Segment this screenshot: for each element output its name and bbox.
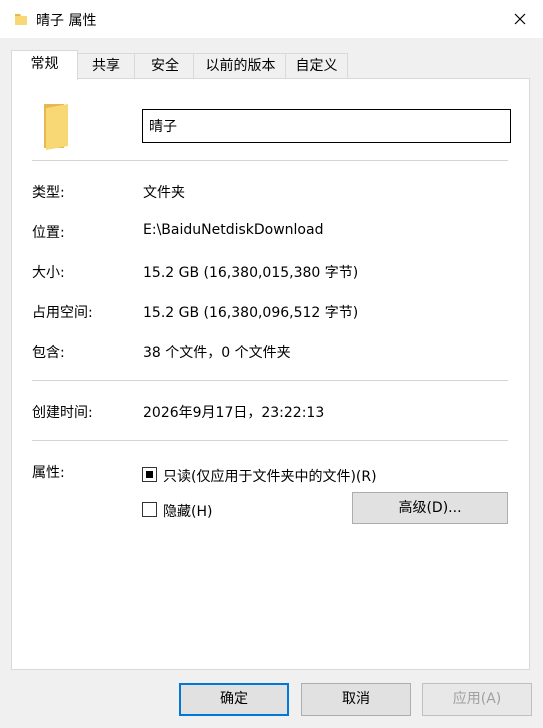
large-folder-icon xyxy=(44,104,68,150)
folder-name-input[interactable] xyxy=(142,109,511,143)
tab-general[interactable]: 常规 xyxy=(11,50,78,80)
tab-sharing[interactable]: 共享 xyxy=(75,53,137,78)
title-bar: 晴子 属性 xyxy=(0,0,543,38)
created-value: 2026年9月17日，23:22:13 xyxy=(143,405,325,421)
tab-customize[interactable]: 自定义 xyxy=(285,53,348,78)
location-label: 位置: xyxy=(32,225,65,241)
location-value: E:\BaiduNetdiskDownload xyxy=(143,222,324,238)
cancel-button[interactable]: 取消 xyxy=(301,683,411,716)
tab-security[interactable]: 安全 xyxy=(134,53,196,78)
type-value: 文件夹 xyxy=(143,185,185,201)
separator xyxy=(32,380,508,381)
tab-previous-versions[interactable]: 以前的版本 xyxy=(193,53,288,78)
disk-size-label: 占用空间: xyxy=(32,305,93,321)
general-panel xyxy=(11,78,530,670)
separator xyxy=(32,160,508,161)
disk-size-value: 15.2 GB (16,380,096,512 字节) xyxy=(143,305,359,321)
hidden-checkbox[interactable] xyxy=(142,502,157,517)
ok-button[interactable]: 确定 xyxy=(179,683,289,716)
size-label: 大小: xyxy=(32,265,65,281)
apply-button[interactable]: 应用(A) xyxy=(422,683,532,716)
folder-icon xyxy=(15,14,27,25)
readonly-label[interactable]: 只读(仅应用于文件夹中的文件)(R) xyxy=(163,466,377,486)
window-title: 晴子 属性 xyxy=(36,13,97,29)
close-icon xyxy=(514,13,526,25)
contains-label: 包含: xyxy=(32,345,65,361)
type-label: 类型: xyxy=(32,185,65,201)
readonly-checkbox[interactable] xyxy=(142,467,157,482)
created-label: 创建时间: xyxy=(32,405,93,421)
advanced-button[interactable]: 高级(D)... xyxy=(352,492,508,524)
contains-value: 38 个文件，0 个文件夹 xyxy=(143,345,291,361)
size-value: 15.2 GB (16,380,015,380 字节) xyxy=(143,265,359,281)
hidden-label[interactable]: 隐藏(H) xyxy=(163,501,212,521)
separator xyxy=(32,440,508,441)
attributes-label: 属性: xyxy=(32,465,65,481)
close-button[interactable] xyxy=(497,0,543,38)
